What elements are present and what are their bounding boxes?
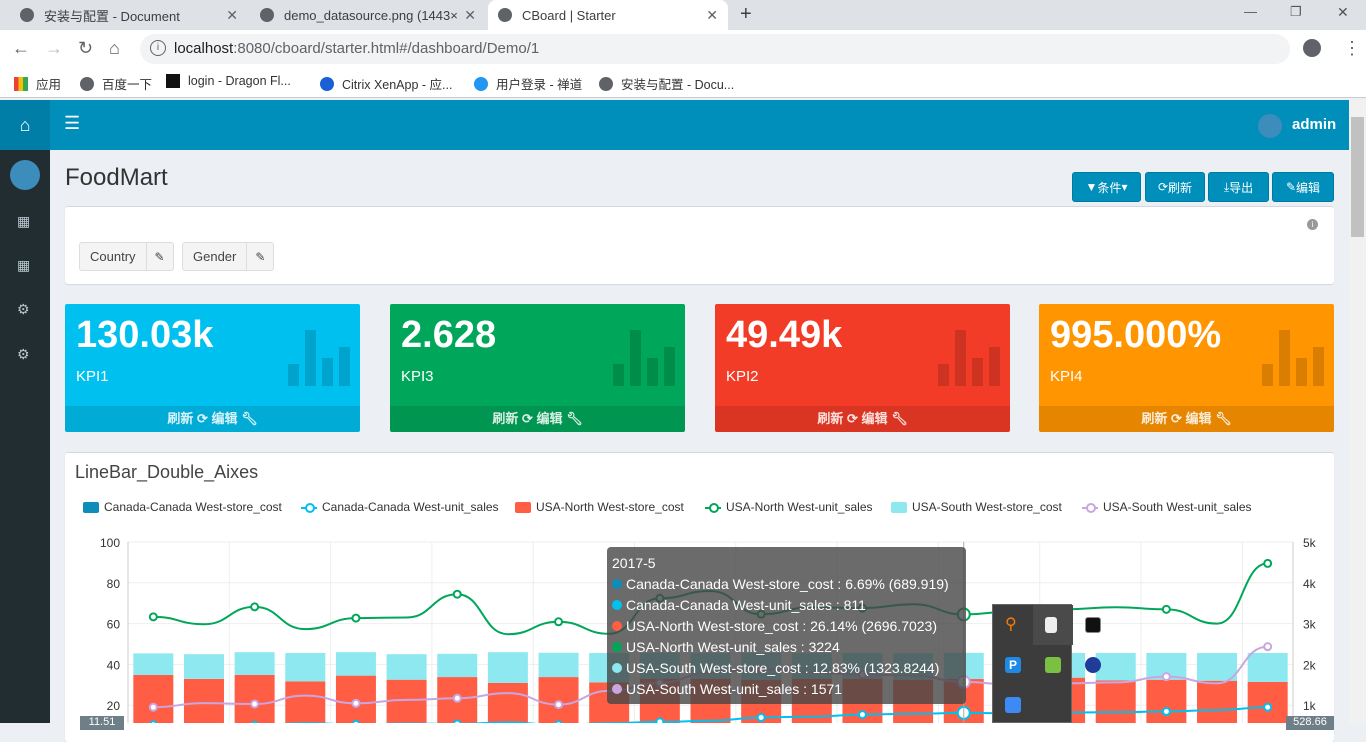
line-point xyxy=(1161,707,1171,717)
line-point xyxy=(1263,558,1273,568)
bar-usa-north-west-store-cost xyxy=(285,681,326,723)
line-point xyxy=(1161,672,1171,682)
axis-pointer-label-left: 11.51 xyxy=(80,716,124,730)
tooltip-row: USA-South West-unit_sales : 1571 xyxy=(612,679,961,700)
line-point xyxy=(148,702,158,712)
bar-usa-south-west-store-cost xyxy=(386,654,427,680)
bar-usa-north-west-store-cost xyxy=(1197,680,1238,723)
bar-usa-north-west-store-cost xyxy=(538,677,579,723)
p-tray-icon[interactable]: P xyxy=(1005,657,1021,673)
line-point xyxy=(554,700,564,710)
tooltip-text: Canada-Canada West-unit_sales : 811 xyxy=(626,597,866,613)
bar-usa-south-west-store-cost xyxy=(183,654,224,679)
series-dot xyxy=(612,621,622,631)
bar-usa-south-west-store-cost xyxy=(1197,652,1238,681)
line-point xyxy=(351,613,361,623)
right-tick-label: 1k xyxy=(1303,699,1317,713)
line-point xyxy=(655,717,665,723)
bar-usa-north-west-store-cost xyxy=(1146,679,1187,723)
bar-usa-south-west-store-cost xyxy=(133,653,174,676)
right-tick-label: 5k xyxy=(1303,536,1317,550)
line-point xyxy=(452,589,462,599)
right-tick-label: 3k xyxy=(1303,618,1317,632)
right-tick-label: 4k xyxy=(1303,577,1317,591)
line-point xyxy=(1263,702,1273,712)
bar-usa-north-west-store-cost xyxy=(1095,680,1136,723)
line-point xyxy=(1161,604,1171,614)
bookmark-tray-icon[interactable] xyxy=(1045,617,1057,633)
bar-usa-south-west-store-cost xyxy=(1247,652,1288,682)
tooltip-title: 2017-5 xyxy=(612,555,656,571)
series-dot xyxy=(612,684,622,694)
tooltip-row: Canada-Canada West-unit_sales : 811 xyxy=(612,595,961,616)
line-point xyxy=(351,698,361,708)
axis-pointer-label-right: 528.66 xyxy=(1286,716,1334,730)
bar-usa-north-west-store-cost xyxy=(1247,681,1288,723)
tooltip-row: USA-North West-unit_sales : 3224 xyxy=(612,637,961,658)
tooltip-text: USA-North West-store_cost : 26.14% (2696… xyxy=(626,618,938,634)
tooltip-row: USA-North West-store_cost : 26.14% (2696… xyxy=(612,616,961,637)
pen-tray-icon[interactable] xyxy=(1005,697,1021,713)
series-dot xyxy=(612,642,622,652)
line-point xyxy=(148,612,158,622)
chart-tooltip: 2017-5 Canada-Canada West-store_cost : 6… xyxy=(607,547,966,704)
left-tick-label: 40 xyxy=(107,658,121,672)
series-dot xyxy=(612,579,622,589)
line-point xyxy=(250,699,260,709)
audio-tray-icon[interactable] xyxy=(1085,617,1101,633)
bar-usa-north-west-store-cost xyxy=(133,675,174,723)
tooltip-row: Canada-Canada West-store_cost : 6.69% (6… xyxy=(612,574,961,595)
vm-tray-icon[interactable] xyxy=(1045,657,1061,673)
tooltip-row: USA-South West-store_cost : 12.83% (1323… xyxy=(612,658,961,679)
tooltip-text: USA-North West-unit_sales : 3224 xyxy=(626,639,840,655)
line-point xyxy=(452,693,462,703)
bar-usa-south-west-store-cost xyxy=(234,652,275,676)
line-point xyxy=(857,710,867,720)
tooltip-text: USA-South West-store_cost : 12.83% (1323… xyxy=(626,660,940,676)
system-tray-overflow: ⚲ P xyxy=(992,604,1101,723)
left-tick-label: 20 xyxy=(107,699,121,713)
line-point xyxy=(250,602,260,612)
search-tray-icon[interactable]: ⚲ xyxy=(1005,617,1021,633)
series-dot xyxy=(612,663,622,673)
left-tick-label: 100 xyxy=(100,536,120,550)
left-tick-label: 60 xyxy=(107,618,121,632)
line-point xyxy=(1263,642,1273,652)
left-tick-label: 80 xyxy=(107,577,121,591)
tooltip-text: USA-South West-unit_sales : 1571 xyxy=(626,681,843,697)
bar-usa-south-west-store-cost xyxy=(538,652,579,678)
line-point xyxy=(554,617,564,627)
bar-usa-south-west-store-cost xyxy=(1095,652,1136,681)
bar-usa-north-west-store-cost xyxy=(234,675,275,723)
bar-usa-north-west-store-cost xyxy=(487,682,528,723)
right-tick-label: 2k xyxy=(1303,658,1317,672)
bar-usa-south-west-store-cost xyxy=(487,652,528,683)
bar-usa-south-west-store-cost xyxy=(437,653,478,678)
bar-usa-south-west-store-cost xyxy=(285,652,326,682)
tooltip-text: Canada-Canada West-store_cost : 6.69% (6… xyxy=(626,576,949,592)
network-tray-icon[interactable] xyxy=(1085,657,1101,673)
bar-usa-north-west-store-cost xyxy=(183,678,224,723)
series-dot xyxy=(612,600,622,610)
bar-usa-south-west-store-cost xyxy=(335,652,376,676)
line-point xyxy=(756,712,766,722)
